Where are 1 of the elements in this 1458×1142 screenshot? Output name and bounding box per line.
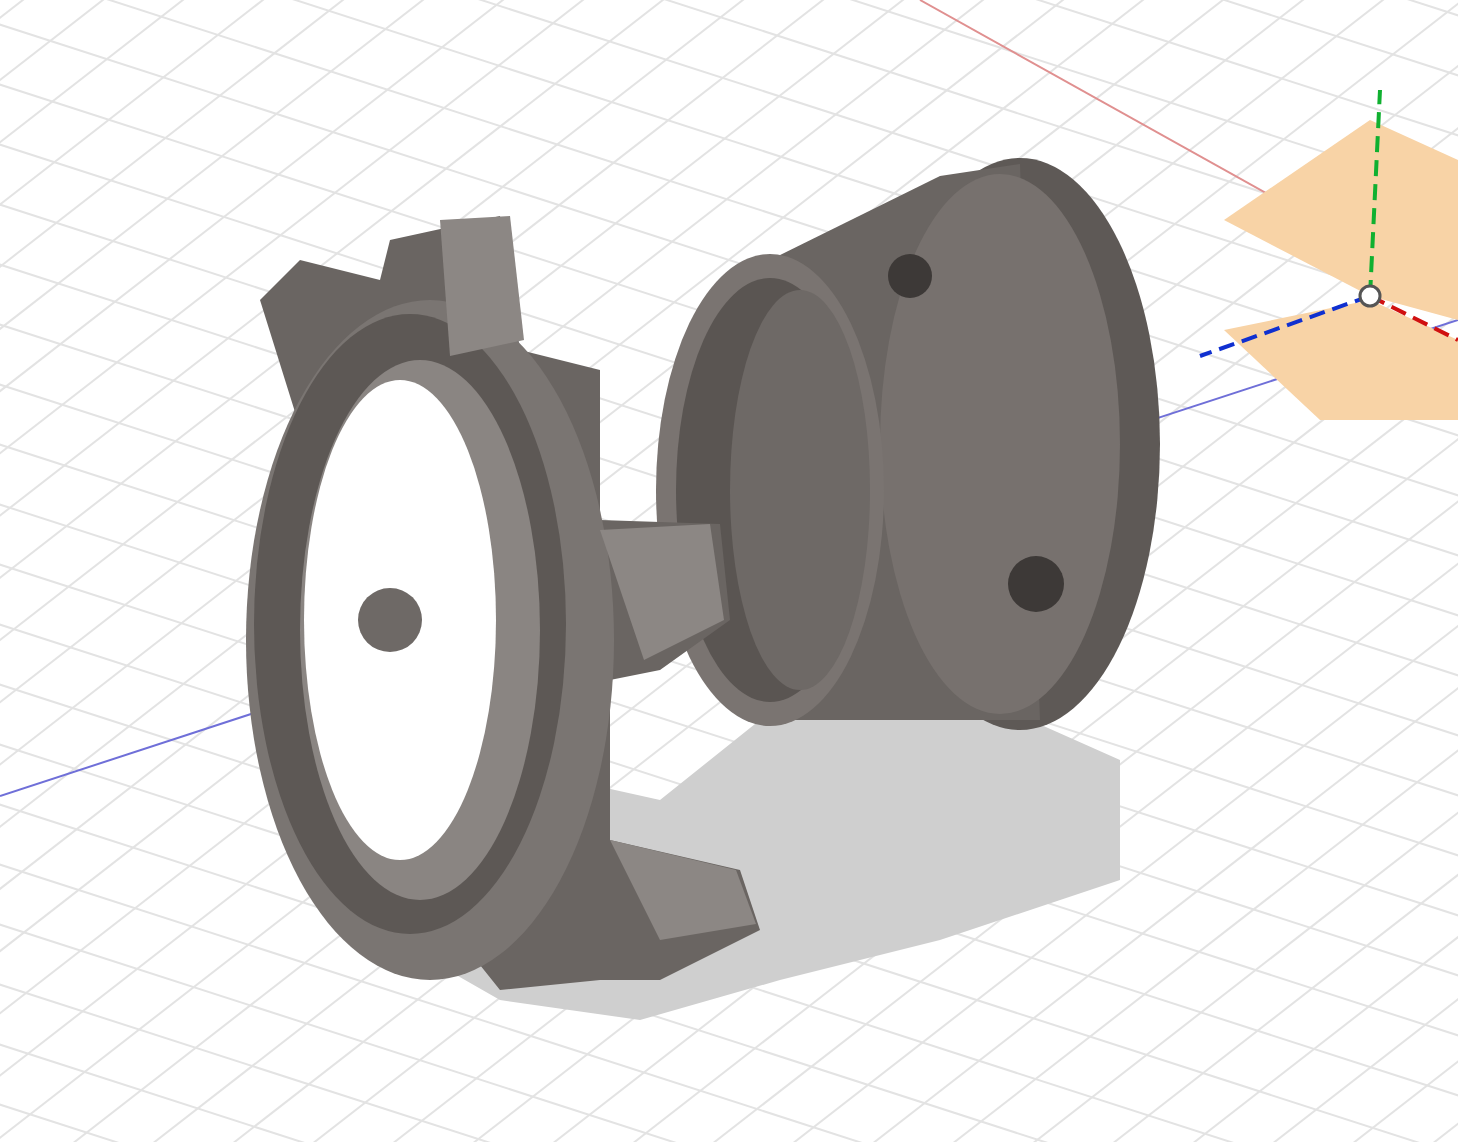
axis-triad-icon	[1199, 89, 1458, 420]
